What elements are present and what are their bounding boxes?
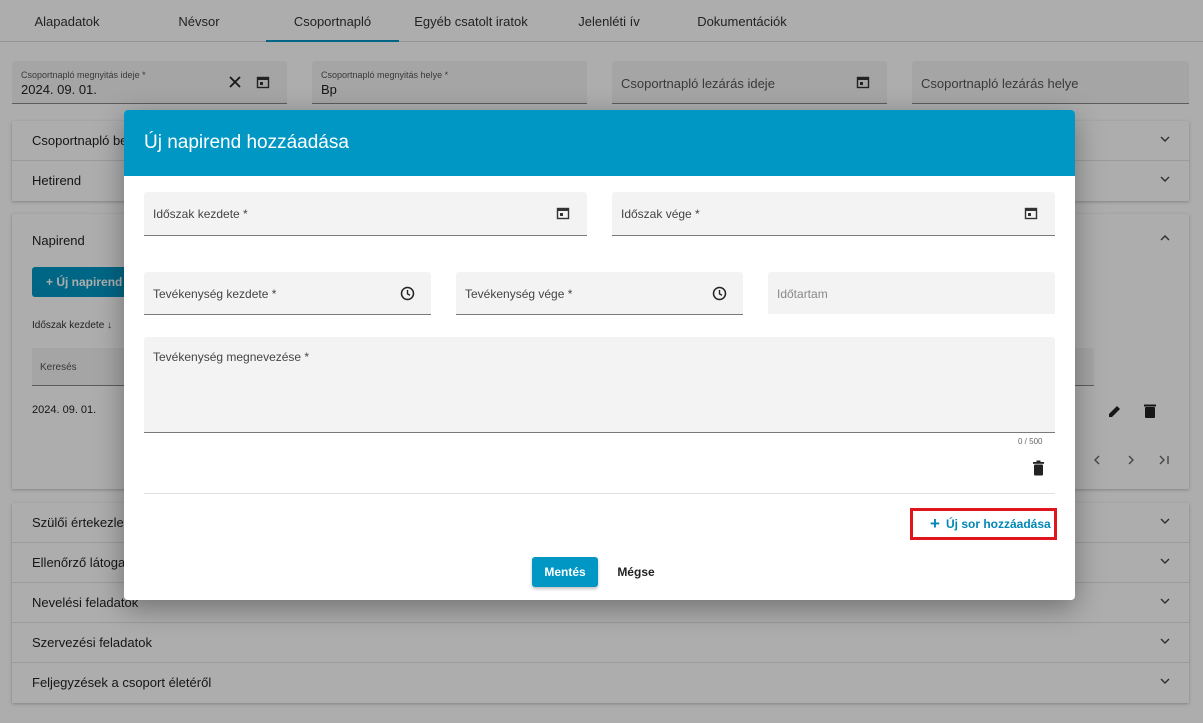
char-counter: 0 / 500	[1018, 437, 1043, 446]
period-end-field[interactable]: Időszak vége *	[612, 192, 1055, 236]
dialog-header: Új napirend hozzáadása	[124, 110, 1075, 176]
duration-label: Időtartam	[777, 287, 828, 301]
activity-start-label: Tevékenység kezdete *	[153, 287, 277, 301]
activity-end-label: Tevékenység vége *	[465, 287, 573, 301]
period-end-label: Időszak vége *	[621, 207, 700, 221]
plus-icon: +	[930, 514, 940, 533]
add-row-button[interactable]: + Új sor hozzáadása	[910, 508, 1057, 540]
divider	[144, 493, 1055, 494]
activity-name-label: Tevékenység megnevezése *	[153, 350, 310, 364]
cancel-button[interactable]: Mégse	[608, 557, 664, 587]
duration-field: Időtartam	[768, 272, 1055, 314]
save-button[interactable]: Mentés	[532, 557, 598, 587]
activity-name-textarea[interactable]: Tevékenység megnevezése *	[144, 337, 1055, 433]
clock-icon[interactable]	[712, 286, 727, 304]
period-start-field[interactable]: Időszak kezdete *	[144, 192, 587, 236]
delete-icon[interactable]	[1032, 460, 1045, 479]
calendar-icon[interactable]	[556, 206, 570, 223]
activity-start-field[interactable]: Tevékenység kezdete *	[144, 272, 431, 315]
add-row-label: Új sor hozzáadása	[946, 517, 1051, 531]
dialog-title: Új napirend hozzáadása	[144, 132, 349, 153]
activity-end-field[interactable]: Tevékenység vége *	[456, 272, 743, 315]
calendar-icon[interactable]	[1024, 206, 1038, 223]
clock-icon[interactable]	[400, 286, 415, 304]
new-napirend-dialog: Új napirend hozzáadása Időszak kezdete *…	[124, 110, 1075, 600]
period-start-label: Időszak kezdete *	[153, 207, 248, 221]
